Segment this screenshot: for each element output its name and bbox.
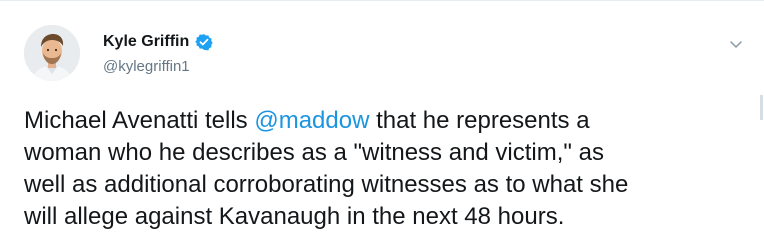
tweet-text-line: will allege against Kavanaugh in the nex… <box>24 203 565 230</box>
tweet-text-line: Michael Avenatti tells @maddow that he r… <box>24 105 752 137</box>
tweet-header: Kyle Griffin @kylegriffin1 <box>103 30 213 75</box>
author-handle[interactable]: @kylegriffin1 <box>103 58 213 75</box>
scrollbar-fragment <box>760 95 763 120</box>
avatar[interactable] <box>24 25 80 81</box>
text-segment: Michael Avenatti tells <box>24 107 255 134</box>
tweet-text: Michael Avenatti tells @maddow that he r… <box>24 105 752 233</box>
mention-link[interactable]: @maddow <box>254 107 369 134</box>
tweet-text-line: woman who he describes as a "witness and… <box>24 139 604 166</box>
tweet-card: Kyle Griffin @kylegriffin1 Michael Avena… <box>0 0 764 248</box>
chevron-down-icon[interactable] <box>728 38 744 50</box>
verified-badge-icon <box>195 33 213 51</box>
author-display-name[interactable]: Kyle Griffin <box>103 33 189 51</box>
name-row: Kyle Griffin <box>103 30 213 54</box>
tweet-text-line: well as additional corroborating witness… <box>24 171 629 198</box>
profile-photo-icon <box>24 25 80 81</box>
text-segment: that he represents a <box>369 107 590 134</box>
